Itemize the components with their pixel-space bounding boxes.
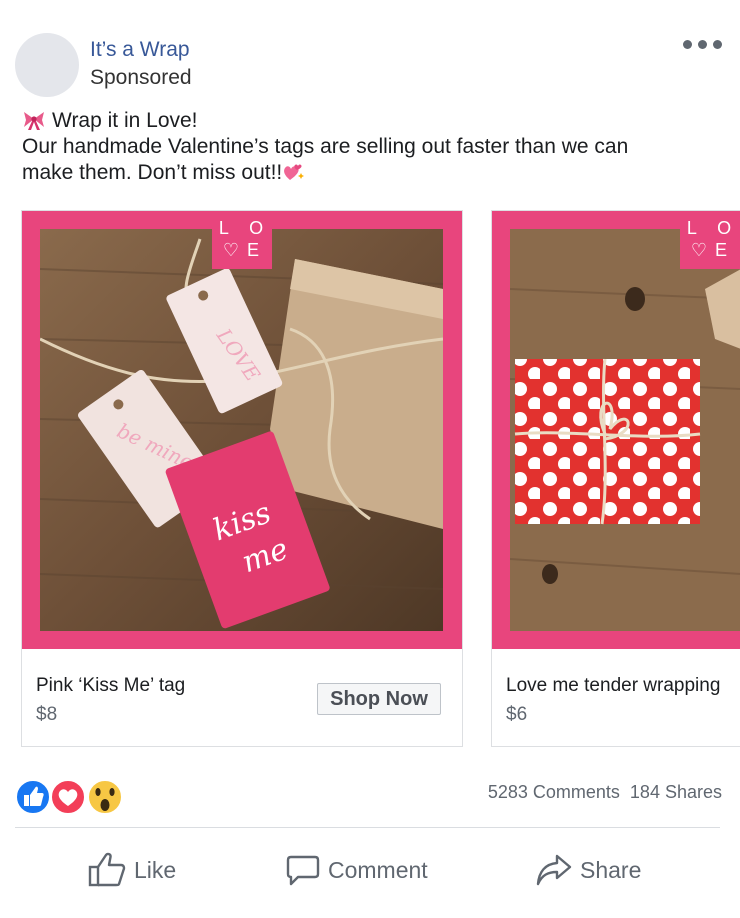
share-icon [536, 854, 572, 886]
wow-reaction-icon [87, 779, 123, 815]
post-line-3: make them. Don’t miss out!! [22, 161, 283, 184]
love-reaction-icon [50, 779, 86, 815]
post-text: Wrap it in Love! Our handmade Valentine’… [22, 108, 722, 186]
product-title[interactable]: Pink ‘Kiss Me’ tag [36, 675, 185, 697]
like-label: Like [134, 856, 177, 883]
thumbs-up-icon [88, 852, 126, 887]
love-logo-badge: L O ♡E [680, 211, 740, 269]
product-photo-wrapping[interactable] [510, 229, 740, 631]
bow-emoji-icon [24, 112, 44, 130]
page-avatar[interactable] [15, 33, 79, 97]
product-title[interactable]: Love me tender wrapping [506, 675, 720, 697]
kiss-me-tag-image: LOVE be mine kiss me [40, 229, 443, 631]
page-name-link[interactable]: It’s a Wrap [90, 38, 190, 62]
product-photo-kiss-me-tag[interactable]: LOVE be mine kiss me [40, 229, 443, 631]
carousel-card-wrapping[interactable]: L O ♡E Love me tender wrapping $6 [491, 210, 740, 747]
engagement-stats: 5283 Comments 184 Shares [488, 782, 722, 803]
like-button[interactable]: Like [88, 848, 176, 892]
sparkling-heart-icon [284, 164, 305, 180]
like-reaction-icon [15, 779, 51, 815]
comments-count[interactable]: 5283 Comments [488, 782, 620, 802]
share-button[interactable]: Share [536, 848, 641, 892]
comment-button[interactable]: Comment [286, 848, 428, 892]
reaction-summary[interactable] [15, 778, 125, 816]
card-image-frame: L O ♡E [492, 211, 740, 649]
carousel-card-kiss-me-tag[interactable]: LOVE be mine kiss me L O ♡E Pink ‘Kiss M… [21, 210, 463, 747]
more-icon[interactable] [683, 40, 722, 49]
polka-gift-image [510, 229, 740, 631]
product-price: $8 [36, 704, 58, 725]
divider [15, 827, 720, 828]
sponsored-label: Sponsored [90, 66, 192, 89]
post-line-2: Our handmade Valentine’s tags are sellin… [22, 135, 629, 158]
shares-count[interactable]: 184 Shares [630, 782, 722, 802]
product-price: $6 [506, 704, 528, 725]
card-image-frame: LOVE be mine kiss me L O ♡E [22, 211, 462, 649]
comment-label: Comment [328, 856, 428, 883]
shop-now-button[interactable]: Shop Now [317, 683, 441, 715]
love-logo-badge: L O ♡E [212, 211, 272, 269]
share-label: Share [580, 856, 642, 883]
comment-icon [286, 855, 320, 886]
post-line-1: Wrap it in Love! [52, 109, 198, 132]
